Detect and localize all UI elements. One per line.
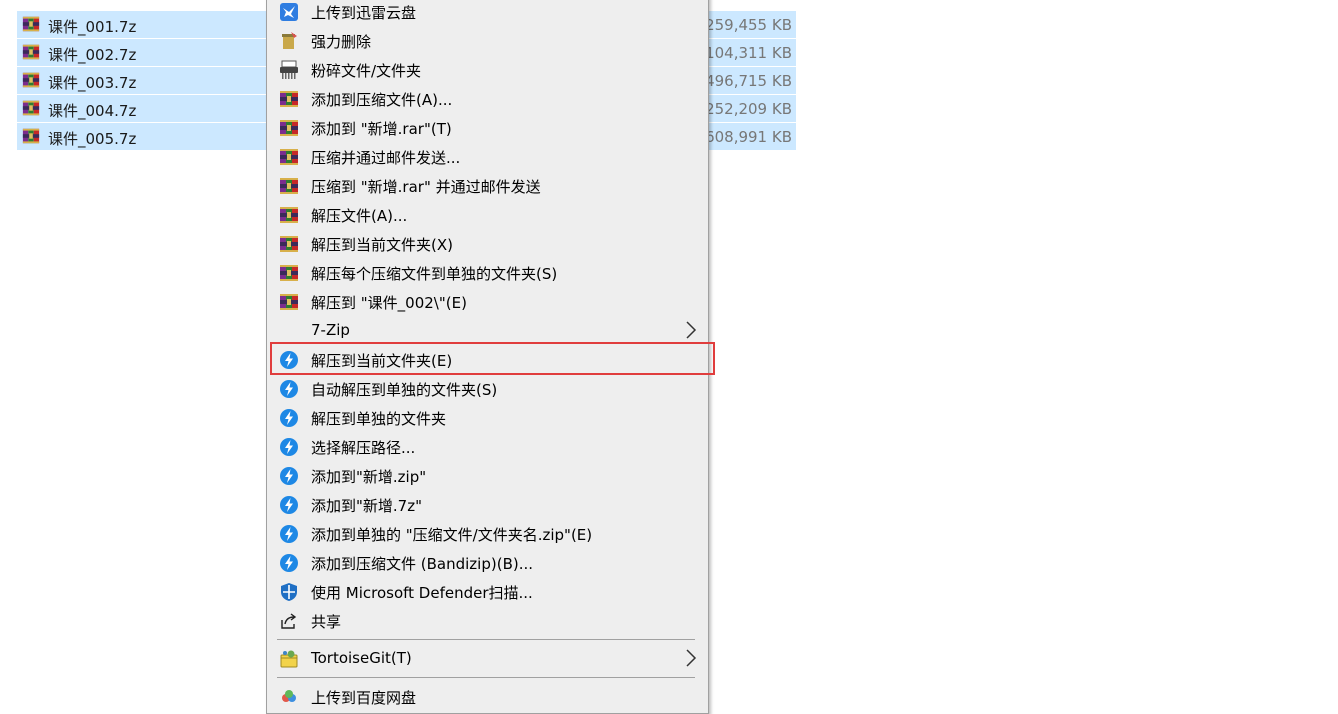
winrar-books-icon xyxy=(279,176,299,196)
menu-item-winrar-extract-to[interactable]: 解压到 "课件_002\"(E) xyxy=(267,288,708,316)
file-name: 课件_003.7z xyxy=(48,74,137,92)
menu-label: 解压到单独的文件夹 xyxy=(311,410,447,428)
menu-item-winrar-email[interactable]: 压缩并通过邮件发送... xyxy=(267,143,708,171)
menu-item-share[interactable]: 共享 xyxy=(267,607,708,635)
winrar-books-icon xyxy=(279,205,299,225)
file-size: 252,209 KB xyxy=(705,100,792,118)
shield-icon xyxy=(281,583,297,601)
file-name: 课件_005.7z xyxy=(48,130,137,148)
winrar-archive-icon xyxy=(22,127,40,145)
menu-item-winrar-email-named[interactable]: 压缩到 "新增.rar" 并通过邮件发送 xyxy=(267,172,708,200)
menu-label: 7-Zip xyxy=(311,321,350,339)
menu-label: 添加到"新增.7z" xyxy=(311,497,422,515)
menu-item-bandizip-add-zip[interactable]: 添加到"新增.zip" xyxy=(267,462,708,490)
menu-item-7zip[interactable]: 7-Zip xyxy=(267,317,708,345)
menu-item-bandizip-auto-extract[interactable]: 自动解压到单独的文件夹(S) xyxy=(267,375,708,403)
menu-label: 自动解压到单独的文件夹(S) xyxy=(311,381,498,399)
bandizip-bolt-icon xyxy=(279,379,299,399)
menu-item-defender-scan[interactable]: 使用 Microsoft Defender扫描... xyxy=(267,578,708,606)
menu-label: 粉碎文件/文件夹 xyxy=(311,62,422,80)
menu-item-tortoisegit[interactable]: TortoiseGit(T) xyxy=(267,645,708,673)
menu-label: 解压文件(A)... xyxy=(311,207,408,225)
bandizip-bolt-icon xyxy=(279,408,299,428)
xunlei-bird-icon xyxy=(280,3,298,21)
menu-item-winrar-add-named[interactable]: 添加到 "新增.rar"(T) xyxy=(267,114,708,142)
menu-item-baidu-upload[interactable]: 上传到百度网盘 xyxy=(267,683,708,711)
menu-label: 添加到 "新增.rar"(T) xyxy=(311,120,452,138)
menu-label: 解压到当前文件夹(X) xyxy=(311,236,453,254)
menu-label: 添加到压缩文件(A)... xyxy=(311,91,453,109)
menu-item-bandizip-add-archive[interactable]: 添加到压缩文件 (Bandizip)(B)... xyxy=(267,549,708,577)
file-name: 课件_001.7z xyxy=(48,18,137,36)
menu-item-winrar-add[interactable]: 添加到压缩文件(A)... xyxy=(267,85,708,113)
menu-item-winrar-extract[interactable]: 解压文件(A)... xyxy=(267,201,708,229)
file-size: 259,455 KB xyxy=(705,16,792,34)
chevron-right-icon xyxy=(684,647,698,669)
annotation-highlight-box xyxy=(270,342,715,375)
menu-label: 强力删除 xyxy=(311,33,372,51)
bandizip-bolt-icon xyxy=(279,466,299,486)
force-delete-icon xyxy=(282,32,297,49)
bandizip-bolt-icon xyxy=(279,524,299,544)
menu-label: 共享 xyxy=(311,613,342,631)
menu-label: 添加到压缩文件 (Bandizip)(B)... xyxy=(311,555,534,573)
menu-label: 压缩到 "新增.rar" 并通过邮件发送 xyxy=(311,178,541,196)
menu-label: 解压到 "课件_002\"(E) xyxy=(311,294,467,312)
menu-item-force-delete[interactable]: 强力删除 xyxy=(267,27,708,55)
file-name: 课件_002.7z xyxy=(48,46,137,64)
menu-label: 使用 Microsoft Defender扫描... xyxy=(311,584,533,602)
tortoisegit-icon xyxy=(280,650,298,668)
menu-label: TortoiseGit(T) xyxy=(311,649,412,667)
menu-item-winrar-extract-here[interactable]: 解压到当前文件夹(X) xyxy=(267,230,708,258)
winrar-books-icon xyxy=(279,292,299,312)
share-icon xyxy=(281,613,297,629)
menu-separator xyxy=(277,639,695,640)
menu-separator xyxy=(277,677,695,678)
winrar-books-icon xyxy=(279,263,299,283)
menu-label: 选择解压路径... xyxy=(311,439,416,457)
menu-item-xunlei-upload[interactable]: 上传到迅雷云盘 xyxy=(267,0,708,26)
menu-item-bandizip-add-7z[interactable]: 添加到"新增.7z" xyxy=(267,491,708,519)
winrar-archive-icon xyxy=(22,43,40,61)
shredder-icon xyxy=(280,60,298,79)
chevron-right-icon xyxy=(684,319,698,341)
menu-label: 添加到"新增.zip" xyxy=(311,468,427,486)
winrar-archive-icon xyxy=(22,99,40,117)
bandizip-bolt-icon xyxy=(279,553,299,573)
menu-item-winrar-extract-each[interactable]: 解压每个压缩文件到单独的文件夹(S) xyxy=(267,259,708,287)
winrar-books-icon xyxy=(279,234,299,254)
menu-item-bandizip-extract-separate[interactable]: 解压到单独的文件夹 xyxy=(267,404,708,432)
menu-item-bandizip-add-each[interactable]: 添加到单独的 "压缩文件/文件夹名.zip"(E) xyxy=(267,520,708,548)
menu-label: 添加到单独的 "压缩文件/文件夹名.zip"(E) xyxy=(311,526,593,544)
baidu-cloud-icon xyxy=(282,690,296,702)
menu-label: 上传到百度网盘 xyxy=(311,689,417,707)
file-size: 104,311 KB xyxy=(705,44,792,62)
winrar-books-icon xyxy=(279,118,299,138)
menu-label: 压缩并通过邮件发送... xyxy=(311,149,461,167)
menu-label: 解压每个压缩文件到单独的文件夹(S) xyxy=(311,265,558,283)
file-size: 608,991 KB xyxy=(705,128,792,146)
winrar-books-icon xyxy=(279,147,299,167)
menu-label: 上传到迅雷云盘 xyxy=(311,4,417,22)
winrar-books-icon xyxy=(279,89,299,109)
winrar-archive-icon xyxy=(22,15,40,33)
winrar-archive-icon xyxy=(22,71,40,89)
menu-item-shred[interactable]: 粉碎文件/文件夹 xyxy=(267,56,708,84)
bandizip-bolt-icon xyxy=(279,495,299,515)
file-name: 课件_004.7z xyxy=(48,102,137,120)
bandizip-bolt-icon xyxy=(279,437,299,457)
file-size: 496,715 KB xyxy=(705,72,792,90)
menu-item-bandizip-choose-path[interactable]: 选择解压路径... xyxy=(267,433,708,461)
